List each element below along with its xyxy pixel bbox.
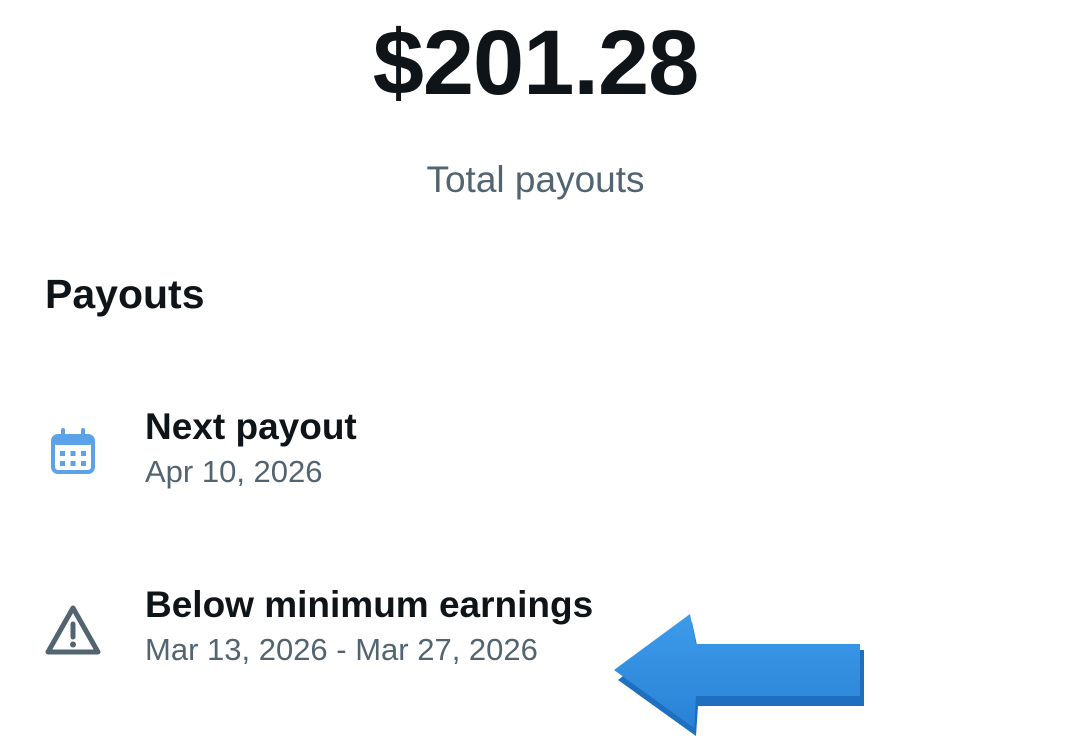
next-payout-date: Apr 10, 2026 xyxy=(145,454,323,489)
total-payouts-amount: $201.28 xyxy=(372,12,700,114)
arrow-left-icon xyxy=(614,614,864,736)
next-payout-row[interactable]: Next payout Apr 10, 2026 xyxy=(0,400,1071,510)
total-payouts-label: Total payouts xyxy=(426,159,645,200)
calendar-icon xyxy=(51,428,95,474)
warning-icon xyxy=(45,605,101,655)
payouts-section-title: Payouts xyxy=(45,271,205,317)
below-minimum-date-range: Mar 13, 2026 - Mar 27, 2026 xyxy=(145,632,538,667)
below-minimum-title: Below minimum earnings xyxy=(145,584,594,625)
next-payout-title: Next payout xyxy=(145,406,357,447)
below-minimum-row[interactable]: Below minimum earnings Mar 13, 2026 - Ma… xyxy=(0,578,1071,688)
